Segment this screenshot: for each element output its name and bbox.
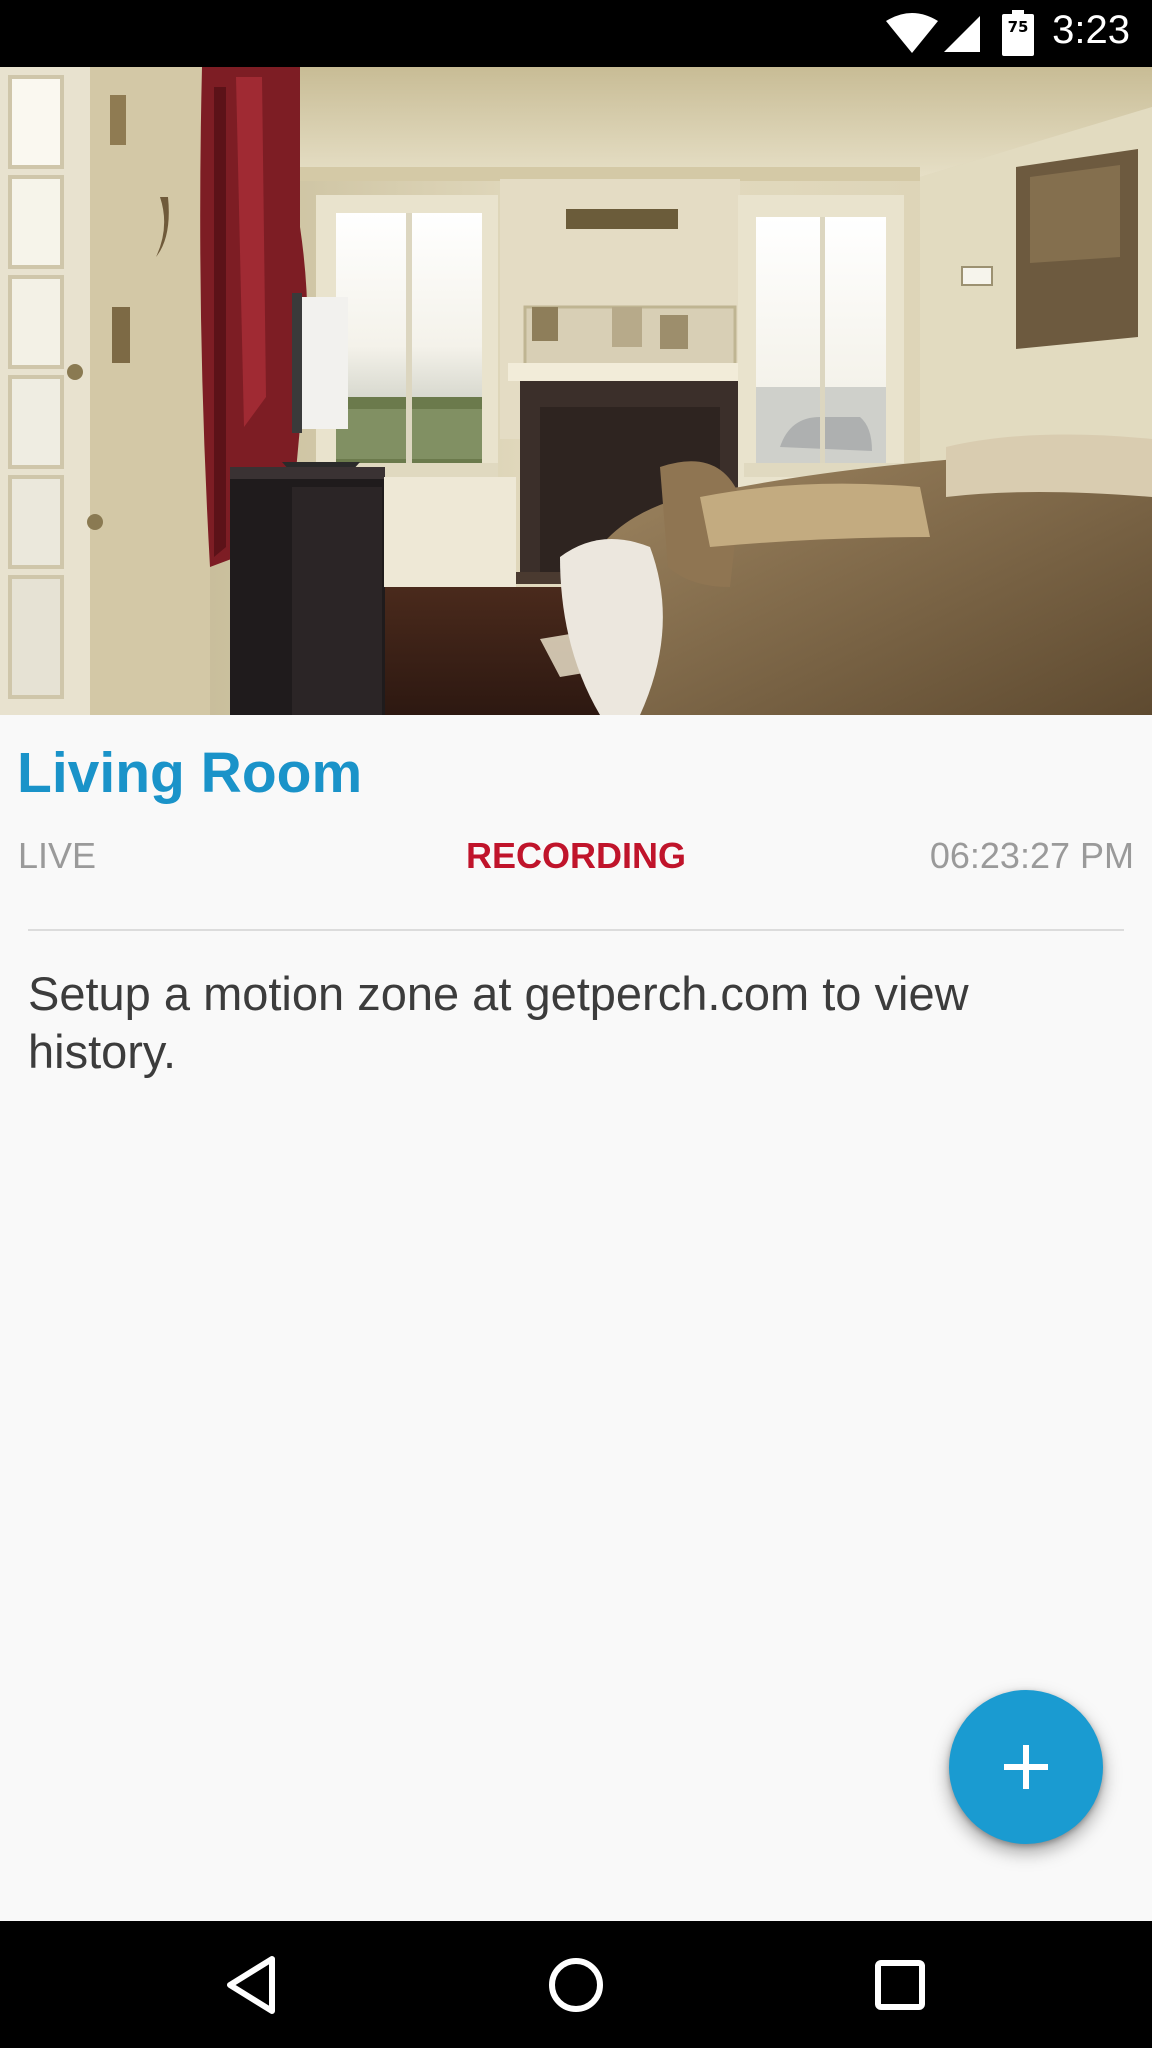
recents-square-icon[interactable] [864, 1949, 936, 2021]
camera-title: Living Room [17, 741, 363, 805]
battery-level: 75 [1007, 18, 1029, 36]
status-clock: 3:23 [1052, 8, 1130, 52]
plus-icon [1004, 1745, 1048, 1789]
status-bar: 75 3:23 [0, 0, 1152, 67]
navigation-bar [0, 1921, 1152, 2048]
camera-status-row: LIVE RECORDING 06:23:27 PM [18, 835, 1134, 885]
history-message: Setup a motion zone at getperch.com to v… [28, 967, 969, 1078]
home-circle-icon[interactable] [540, 1949, 612, 2021]
camera-feed-image[interactable] [0, 67, 1152, 715]
wifi-icon [886, 13, 938, 53]
add-button[interactable] [949, 1690, 1103, 1844]
divider [28, 929, 1124, 931]
timestamp: 06:23:27 PM [929, 835, 1134, 876]
back-triangle-icon[interactable] [216, 1949, 288, 2021]
signal-icon [944, 16, 980, 52]
